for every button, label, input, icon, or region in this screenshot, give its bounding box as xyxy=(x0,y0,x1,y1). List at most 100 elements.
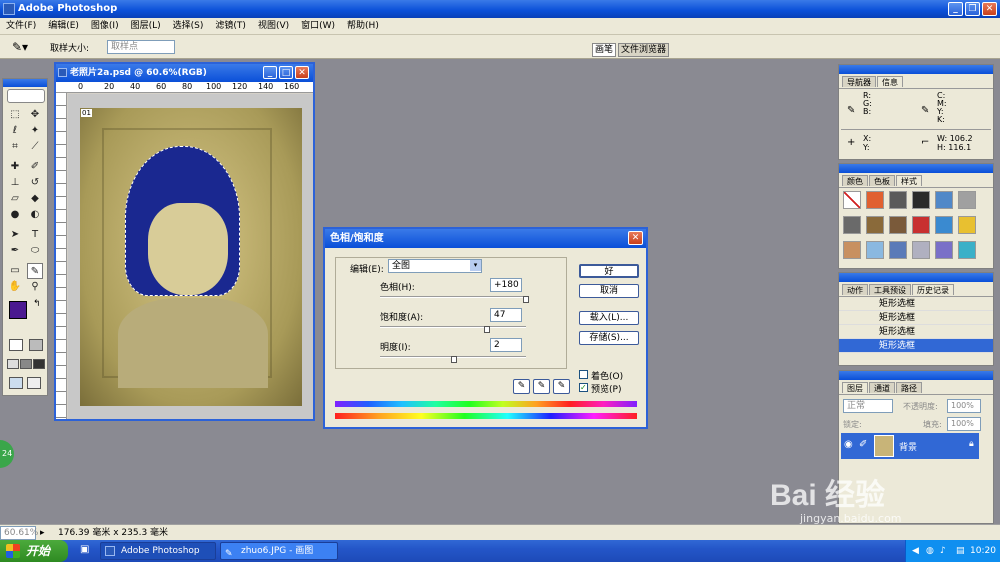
eyedropper-plus-icon[interactable]: ✎ xyxy=(533,379,550,394)
status-arrow-icon[interactable]: ▸ xyxy=(40,527,45,539)
menu-filter[interactable]: 滤镜(T) xyxy=(209,18,252,35)
brush-tool-icon[interactable]: ✐ xyxy=(27,159,43,175)
style-swatch[interactable] xyxy=(889,191,907,209)
swap-colors-icon[interactable]: ↰ xyxy=(33,299,41,309)
menu-window[interactable]: 窗口(W) xyxy=(295,18,341,35)
style-swatch[interactable] xyxy=(912,241,930,259)
hand-tool-icon[interactable]: ✋ xyxy=(7,279,23,295)
style-swatch[interactable] xyxy=(866,216,884,234)
style-swatch[interactable] xyxy=(843,216,861,234)
history-item[interactable]: 矩形选框 xyxy=(839,325,993,339)
paint-bucket-tool-icon[interactable]: ◆ xyxy=(27,191,43,207)
magic-wand-tool-icon[interactable]: ✦ xyxy=(27,123,43,139)
layer-row-background[interactable]: ◉ ✐ 背景 🔒︎ xyxy=(841,433,979,459)
style-swatch[interactable] xyxy=(889,216,907,234)
style-swatch[interactable] xyxy=(935,241,953,259)
canvas-area[interactable]: 01 xyxy=(68,94,313,419)
close-button[interactable]: ✕ xyxy=(982,2,997,16)
saturation-slider[interactable] xyxy=(380,326,526,328)
eyedropper-tool-icon[interactable]: ✎ xyxy=(27,263,43,279)
standard-mode-icon[interactable] xyxy=(9,339,23,351)
network-icon[interactable]: ◍ xyxy=(926,540,934,562)
history-item[interactable]: 矩形选框 xyxy=(839,297,993,311)
menu-file[interactable]: 文件(F) xyxy=(0,18,42,35)
side-float-badge[interactable]: 24 xyxy=(0,440,14,468)
tab-file-browser[interactable]: 文件浏览器 xyxy=(618,43,670,57)
lightness-input[interactable]: 2 xyxy=(490,338,522,352)
eye-icon[interactable]: ◉ xyxy=(844,439,853,450)
opacity-input[interactable]: 100% xyxy=(947,399,981,413)
tab-swatches[interactable]: 色板 xyxy=(869,175,895,186)
chevron-down-icon[interactable]: ▾ xyxy=(470,260,481,271)
saturation-slider-thumb[interactable] xyxy=(484,326,491,333)
start-button[interactable]: 开始 xyxy=(0,540,68,562)
eraser-tool-icon[interactable]: ▱ xyxy=(7,191,23,207)
tab-info[interactable]: 信息 xyxy=(877,76,903,87)
eyedropper-minus-icon[interactable]: ✎ xyxy=(553,379,570,394)
tab-brushes[interactable]: 画笔 xyxy=(592,43,617,57)
tab-actions[interactable]: 动作 xyxy=(842,284,868,295)
zoom-tool-icon[interactable]: ⚲ xyxy=(27,279,43,295)
tab-channels[interactable]: 通道 xyxy=(869,382,895,393)
tab-color[interactable]: 颜色 xyxy=(842,175,868,186)
healing-brush-tool-icon[interactable]: ✚ xyxy=(7,159,23,175)
minimize-button[interactable]: _ xyxy=(948,2,963,16)
quick-mask-mode-icon[interactable] xyxy=(29,339,43,351)
style-swatch[interactable] xyxy=(935,191,953,209)
style-swatch[interactable] xyxy=(912,216,930,234)
tray-icon[interactable]: ◀ xyxy=(912,540,919,562)
dodge-tool-icon[interactable]: ◐ xyxy=(27,207,43,223)
jump-to-imageready-icon[interactable] xyxy=(27,377,41,389)
saturation-input[interactable]: 47 xyxy=(490,308,522,322)
doc-close-button[interactable]: ✕ xyxy=(295,66,309,79)
edit-select[interactable]: 全图 xyxy=(388,259,482,273)
menu-edit[interactable]: 编辑(E) xyxy=(42,18,85,35)
notes-tool-icon[interactable]: ▭ xyxy=(7,263,23,279)
style-swatch[interactable] xyxy=(889,241,907,259)
tab-styles[interactable]: 样式 xyxy=(896,175,922,186)
crop-tool-icon[interactable]: ⌗ xyxy=(7,139,23,155)
task-paint[interactable]: ✎ zhuo6.JPG - 画图 xyxy=(220,542,338,560)
quick-launch-icon[interactable]: ▣ xyxy=(80,544,89,555)
ok-button[interactable]: 好 xyxy=(579,264,639,278)
foreground-color-swatch[interactable] xyxy=(9,301,27,319)
doc-minimize-button[interactable]: _ xyxy=(263,66,277,79)
eyedropper-icon[interactable]: ✎▾ xyxy=(12,40,28,54)
style-swatch[interactable] xyxy=(935,216,953,234)
slice-tool-icon[interactable]: ⟋ xyxy=(27,139,43,155)
style-swatch-none[interactable] xyxy=(843,191,861,209)
blend-mode-select[interactable]: 正常 xyxy=(843,399,893,413)
move-tool-icon[interactable]: ✥ xyxy=(27,107,43,123)
style-swatch[interactable] xyxy=(958,191,976,209)
photo-image[interactable] xyxy=(80,108,302,406)
menu-image[interactable]: 图像(I) xyxy=(85,18,125,35)
imageready-jump-icon[interactable] xyxy=(9,377,23,389)
menu-select[interactable]: 选择(S) xyxy=(167,18,210,35)
full-screen-mode-icon[interactable] xyxy=(33,359,45,369)
history-item[interactable]: 矩形选框 xyxy=(839,311,993,325)
tab-history[interactable]: 历史记录 xyxy=(912,284,954,295)
hue-slider[interactable] xyxy=(380,296,526,298)
menu-view[interactable]: 视图(V) xyxy=(252,18,295,35)
cancel-button[interactable]: 取消 xyxy=(579,284,639,298)
sample-size-select[interactable]: 取样点 xyxy=(107,40,175,54)
adobe-online-icon[interactable] xyxy=(7,89,45,103)
style-swatch[interactable] xyxy=(912,191,930,209)
save-button[interactable]: 存储(S)... xyxy=(579,331,639,345)
tab-layers[interactable]: 图层 xyxy=(842,382,868,393)
brush-link-icon[interactable]: ✐ xyxy=(859,439,867,450)
doc-maximize-button[interactable]: □ xyxy=(279,66,293,79)
ime-icon[interactable]: ▤ xyxy=(956,540,965,562)
style-swatch[interactable] xyxy=(958,216,976,234)
hue-slider-thumb[interactable] xyxy=(523,296,529,303)
style-swatch[interactable] xyxy=(958,241,976,259)
volume-icon[interactable]: ♪ xyxy=(940,540,946,562)
zoom-input[interactable]: 60.61% xyxy=(0,526,38,540)
tab-navigator[interactable]: 导航器 xyxy=(842,76,876,87)
style-swatch[interactable] xyxy=(866,191,884,209)
task-photoshop[interactable]: Adobe Photoshop xyxy=(100,542,216,560)
tab-tool-presets[interactable]: 工具预设 xyxy=(869,284,911,295)
lasso-tool-icon[interactable]: ℓ xyxy=(7,123,23,139)
style-swatch[interactable] xyxy=(866,241,884,259)
pen-tool-icon[interactable]: ✒ xyxy=(7,243,23,259)
